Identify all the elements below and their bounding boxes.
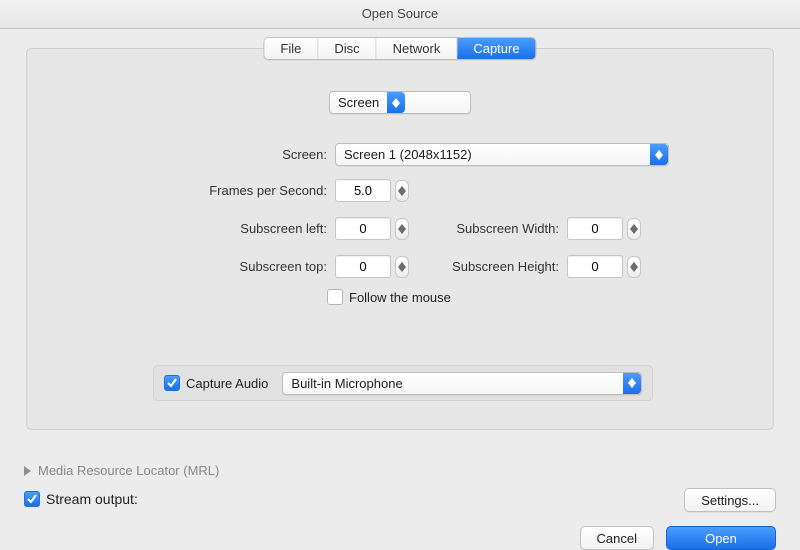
follow-mouse-option[interactable]: Follow the mouse	[327, 289, 451, 305]
open-button[interactable]: Open	[666, 526, 776, 550]
cancel-button[interactable]: Cancel	[580, 526, 654, 550]
stream-settings-button[interactable]: Settings...	[684, 488, 776, 512]
stream-output-option[interactable]: Stream output:	[24, 491, 138, 507]
subscreen-height-input[interactable]	[567, 255, 623, 278]
subscreen-top-label: Subscreen top:	[27, 259, 335, 274]
stream-output-label: Stream output:	[46, 491, 138, 507]
window-content: File Disc Network Capture Screen Screen:…	[12, 28, 788, 536]
subscreen-width-stepper[interactable]	[627, 218, 641, 240]
window-titlebar: Open Source	[0, 0, 800, 29]
capture-audio-checkbox[interactable]	[164, 375, 180, 391]
mrl-label: Media Resource Locator (MRL)	[38, 463, 219, 478]
subscreen-height-label: Subscreen Height:	[433, 259, 567, 274]
popup-arrows-icon	[650, 144, 668, 165]
subscreen-width-input[interactable]	[567, 217, 623, 240]
follow-mouse-label: Follow the mouse	[349, 290, 451, 305]
dialog-buttons: Cancel Open	[580, 526, 776, 550]
fps-label: Frames per Second:	[27, 183, 335, 198]
fps-stepper[interactable]	[395, 180, 409, 202]
screen-label: Screen:	[27, 147, 335, 162]
subscreen-top-stepper[interactable]	[395, 256, 409, 278]
subscreen-left-stepper[interactable]	[395, 218, 409, 240]
tab-capture[interactable]: Capture	[457, 38, 535, 59]
audio-device-popup[interactable]: Built-in Microphone	[282, 372, 642, 395]
tab-disc-label: Disc	[334, 41, 359, 56]
subscreen-height-stepper[interactable]	[627, 256, 641, 278]
screen-popup[interactable]: Screen 1 (2048x1152)	[335, 143, 669, 166]
tab-file-label: File	[280, 41, 301, 56]
subscreen-left-label: Subscreen left:	[27, 221, 335, 236]
subscreen-width-field	[567, 217, 641, 240]
capture-audio-group: Capture Audio Built-in Microphone	[153, 365, 653, 401]
screen-selected: Screen 1 (2048x1152)	[336, 147, 650, 162]
audio-device-selected: Built-in Microphone	[283, 376, 623, 391]
tab-disc[interactable]: Disc	[318, 38, 376, 59]
fps-field	[335, 179, 409, 202]
subscreen-left-input[interactable]	[335, 217, 391, 240]
window-title: Open Source	[362, 6, 439, 21]
subscreen-width-label: Subscreen Width:	[433, 221, 567, 236]
tab-file[interactable]: File	[264, 38, 318, 59]
tab-capture-label: Capture	[473, 41, 519, 56]
subscreen-top-input[interactable]	[335, 255, 391, 278]
popup-arrows-icon	[623, 373, 641, 394]
capture-mode-popup[interactable]: Screen	[329, 91, 471, 114]
open-label: Open	[705, 531, 737, 546]
capture-audio-option[interactable]: Capture Audio	[164, 375, 268, 391]
capture-panel: File Disc Network Capture Screen Screen:…	[26, 48, 774, 430]
disclosure-triangle-icon	[24, 466, 31, 476]
subscreen-left-field	[335, 217, 409, 240]
source-tabs: File Disc Network Capture	[263, 37, 536, 60]
follow-mouse-checkbox[interactable]	[327, 289, 343, 305]
stream-settings-label: Settings...	[701, 493, 759, 508]
mrl-disclosure[interactable]: Media Resource Locator (MRL)	[24, 463, 219, 478]
stream-output-checkbox[interactable]	[24, 491, 40, 507]
subscreen-height-field	[567, 255, 641, 278]
popup-arrows-icon	[387, 92, 405, 113]
capture-audio-label: Capture Audio	[186, 376, 268, 391]
cancel-label: Cancel	[597, 531, 637, 546]
tab-network-label: Network	[393, 41, 441, 56]
subscreen-top-field	[335, 255, 409, 278]
capture-mode-selected: Screen	[330, 95, 387, 110]
tab-network[interactable]: Network	[377, 38, 458, 59]
fps-input[interactable]	[335, 179, 391, 202]
